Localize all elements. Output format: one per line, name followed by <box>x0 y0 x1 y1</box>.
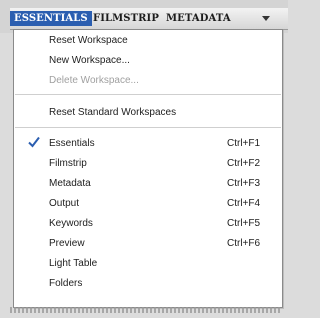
menu-item-label: Preview <box>49 238 85 249</box>
menu-item-delete-workspace: Delete Workspace... <box>14 71 282 91</box>
shortcut-label: Ctrl+F2 <box>227 158 261 169</box>
tab-metadata[interactable]: METADATA <box>166 11 231 26</box>
menu-item-filmstrip[interactable]: Filmstrip Ctrl+F2 <box>14 154 282 174</box>
menu-item-output[interactable]: Output Ctrl+F4 <box>14 194 282 214</box>
checkmark-icon <box>28 136 40 148</box>
shortcut-label: Ctrl+F5 <box>227 218 261 229</box>
menu-item-label: Folders <box>49 278 83 289</box>
workspace-menu: Reset Workspace New Workspace... Delete … <box>13 29 283 308</box>
menu-item-label: Output <box>49 198 80 209</box>
menu-item-label: New Workspace... <box>49 55 130 66</box>
panel-divider <box>10 307 282 313</box>
menu-item-essentials[interactable]: Essentials Ctrl+F1 <box>14 134 282 154</box>
menu-item-new-workspace[interactable]: New Workspace... <box>14 51 282 71</box>
workspace-switcher-bar: ESSENTIALS FILMSTRIP METADATA <box>10 8 288 30</box>
menu-item-folders[interactable]: Folders <box>14 274 282 294</box>
menu-separator <box>15 94 281 95</box>
menu-item-label: Reset Standard Workspaces <box>49 107 177 118</box>
menu-item-preview[interactable]: Preview Ctrl+F6 <box>14 234 282 254</box>
shortcut-label: Ctrl+F4 <box>227 198 261 209</box>
menu-item-label: Light Table <box>49 258 98 269</box>
tab-filmstrip[interactable]: FILMSTRIP <box>93 11 159 26</box>
menu-item-reset-workspace[interactable]: Reset Workspace <box>14 31 282 51</box>
menu-item-metadata[interactable]: Metadata Ctrl+F3 <box>14 174 282 194</box>
shortcut-label: Ctrl+F1 <box>227 138 261 149</box>
tab-essentials[interactable]: ESSENTIALS <box>10 11 92 26</box>
menu-separator <box>15 127 281 128</box>
menu-item-label: Reset Workspace <box>49 35 128 46</box>
shortcut-label: Ctrl+F3 <box>227 178 261 189</box>
menu-item-label: Metadata <box>49 178 91 189</box>
menu-item-reset-standard-workspaces[interactable]: Reset Standard Workspaces <box>14 103 282 123</box>
shortcut-label: Ctrl+F6 <box>227 238 261 249</box>
menu-item-label: Delete Workspace... <box>49 75 139 86</box>
chevron-down-icon[interactable] <box>262 16 270 21</box>
menu-item-keywords[interactable]: Keywords Ctrl+F5 <box>14 214 282 234</box>
menu-item-label: Filmstrip <box>49 158 87 169</box>
menu-item-label: Keywords <box>49 218 93 229</box>
menu-item-label: Essentials <box>49 138 95 149</box>
menu-item-light-table[interactable]: Light Table <box>14 254 282 274</box>
